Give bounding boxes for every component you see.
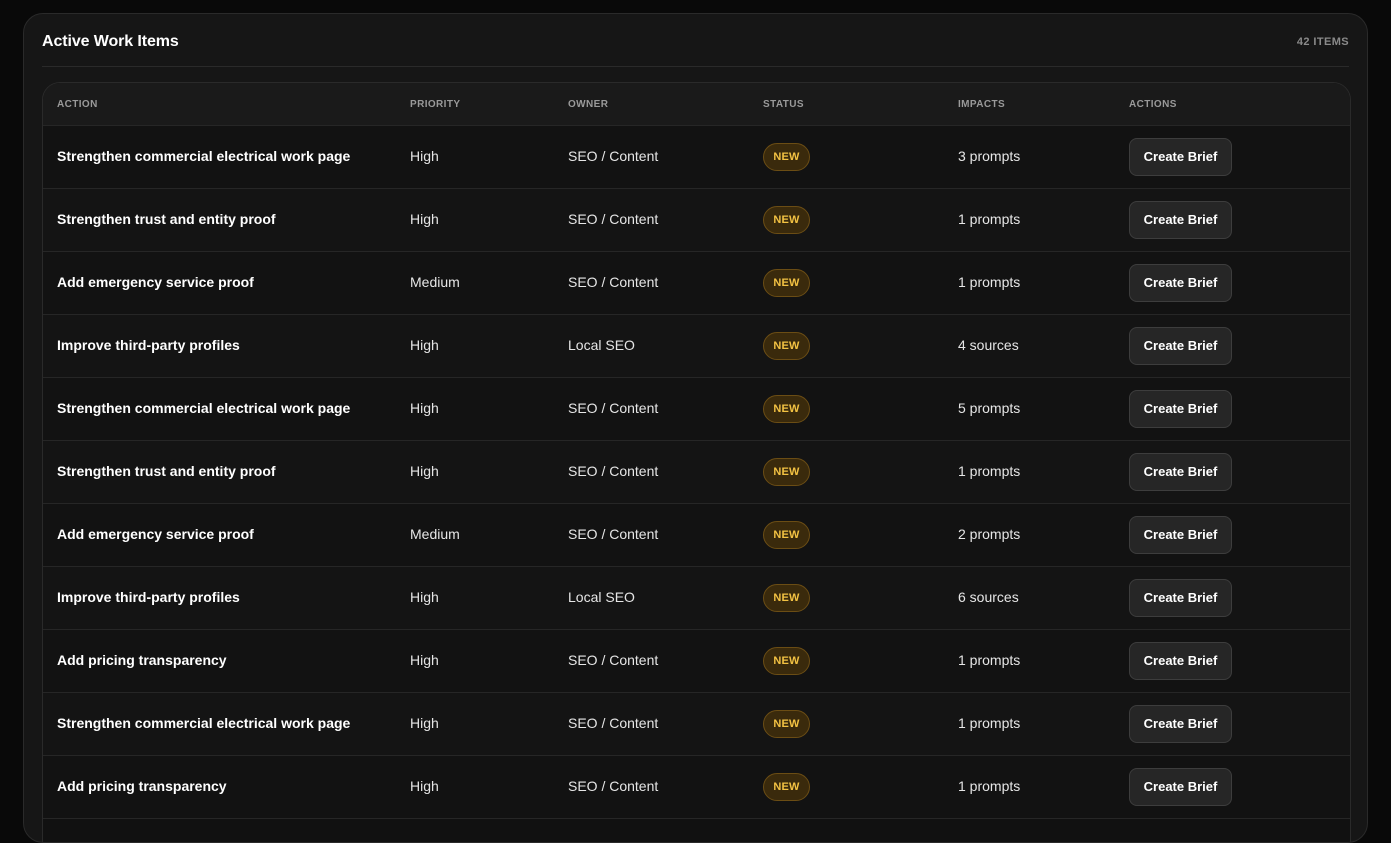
row-owner: SEO / Content bbox=[568, 463, 659, 479]
row-owner: SEO / Content bbox=[568, 652, 659, 668]
row-priority: High bbox=[410, 463, 439, 479]
create-brief-button[interactable]: Create Brief bbox=[1129, 453, 1232, 491]
create-brief-button[interactable]: Create Brief bbox=[1129, 201, 1232, 239]
row-owner: SEO / Content bbox=[568, 778, 659, 794]
row-impacts: 2 prompts bbox=[958, 526, 1021, 542]
create-brief-button[interactable]: Create Brief bbox=[1129, 390, 1232, 428]
row-priority: High bbox=[410, 589, 439, 605]
status-badge: NEW bbox=[763, 395, 810, 423]
create-brief-button[interactable]: Create Brief bbox=[1129, 579, 1232, 617]
row-action: Strengthen commercial electrical work pa… bbox=[57, 400, 351, 416]
status-badge: NEW bbox=[763, 269, 810, 297]
table-row[interactable]: Add pricing transparency High SEO / Cont… bbox=[43, 756, 1350, 819]
row-impacts: 3 prompts bbox=[958, 148, 1021, 164]
row-action: Strengthen trust and entity proof bbox=[57, 463, 276, 479]
row-action: Improve third-party profiles bbox=[57, 589, 240, 605]
table-row[interactable]: Add pricing transparency High SEO / Cont… bbox=[43, 630, 1350, 693]
column-header-action[interactable]: ACTION bbox=[57, 99, 98, 110]
create-brief-button[interactable]: Create Brief bbox=[1129, 264, 1232, 302]
status-badge: NEW bbox=[763, 206, 810, 234]
row-priority: High bbox=[410, 148, 439, 164]
table-row[interactable]: Improve third-party profiles High Local … bbox=[43, 315, 1350, 378]
table-header: ACTION PRIORITY OWNER STATUS IMPACTS ACT… bbox=[43, 83, 1350, 126]
row-impacts: 1 prompts bbox=[958, 463, 1021, 479]
row-action: Add emergency service proof bbox=[57, 274, 254, 290]
row-action: Add pricing transparency bbox=[57, 652, 227, 668]
row-owner: SEO / Content bbox=[568, 400, 659, 416]
work-items-table: ACTION PRIORITY OWNER STATUS IMPACTS ACT… bbox=[42, 82, 1351, 842]
row-impacts: 1 prompts bbox=[958, 715, 1021, 731]
row-action: Add emergency service proof bbox=[57, 526, 254, 542]
column-header-priority[interactable]: PRIORITY bbox=[410, 99, 460, 110]
status-badge: NEW bbox=[763, 458, 810, 486]
row-impacts: 6 sources bbox=[958, 589, 1019, 605]
row-action: Strengthen trust and entity proof bbox=[57, 211, 276, 227]
row-impacts: 5 prompts bbox=[958, 400, 1021, 416]
table-row[interactable]: Strengthen trust and entity proof High S… bbox=[43, 189, 1350, 252]
create-brief-button[interactable]: Create Brief bbox=[1129, 327, 1232, 365]
item-count: 42 ITEMS bbox=[1296, 36, 1349, 48]
status-badge: NEW bbox=[763, 710, 810, 738]
table-row[interactable]: Strengthen trust and entity proof High S… bbox=[43, 441, 1350, 504]
status-badge: NEW bbox=[763, 521, 810, 549]
create-brief-button[interactable]: Create Brief bbox=[1129, 768, 1232, 806]
row-owner: SEO / Content bbox=[568, 715, 659, 731]
column-header-actions: ACTIONS bbox=[1129, 99, 1177, 110]
row-action: Add pricing transparency bbox=[57, 778, 227, 794]
row-owner: SEO / Content bbox=[568, 148, 659, 164]
status-badge: NEW bbox=[763, 584, 810, 612]
panel-header: Active Work Items 42 ITEMS bbox=[42, 14, 1349, 67]
status-badge: NEW bbox=[763, 143, 810, 171]
status-badge: NEW bbox=[763, 773, 810, 801]
row-action: Improve third-party profiles bbox=[57, 337, 240, 353]
create-brief-button[interactable]: Create Brief bbox=[1129, 642, 1232, 680]
row-priority: High bbox=[410, 778, 439, 794]
row-owner: SEO / Content bbox=[568, 211, 659, 227]
row-owner: SEO / Content bbox=[568, 274, 659, 290]
column-header-impacts[interactable]: IMPACTS bbox=[958, 99, 1005, 110]
row-owner: SEO / Content bbox=[568, 526, 659, 542]
row-impacts: 1 prompts bbox=[958, 652, 1021, 668]
row-owner: Local SEO bbox=[568, 589, 635, 605]
row-priority: Medium bbox=[410, 274, 460, 290]
status-badge: NEW bbox=[763, 332, 810, 360]
table-row[interactable]: Strengthen commercial electrical work pa… bbox=[43, 693, 1350, 756]
create-brief-button[interactable]: Create Brief bbox=[1129, 516, 1232, 554]
row-impacts: 1 prompts bbox=[958, 778, 1021, 794]
create-brief-button[interactable]: Create Brief bbox=[1129, 705, 1232, 743]
table-row[interactable]: Add emergency service proof Medium SEO /… bbox=[43, 252, 1350, 315]
panel-title: Active Work Items bbox=[42, 33, 179, 50]
row-priority: High bbox=[410, 652, 439, 668]
table-body: Strengthen commercial electrical work pa… bbox=[43, 126, 1350, 819]
table-row[interactable]: Strengthen commercial electrical work pa… bbox=[43, 378, 1350, 441]
work-items-panel: Active Work Items 42 ITEMS ACTION PRIORI… bbox=[23, 13, 1368, 843]
row-action: Strengthen commercial electrical work pa… bbox=[57, 715, 351, 731]
status-badge: NEW bbox=[763, 647, 810, 675]
column-header-status[interactable]: STATUS bbox=[763, 99, 804, 110]
table-row[interactable]: Add emergency service proof Medium SEO /… bbox=[43, 504, 1350, 567]
row-priority: High bbox=[410, 715, 439, 731]
row-priority: High bbox=[410, 400, 439, 416]
create-brief-button[interactable]: Create Brief bbox=[1129, 138, 1232, 176]
row-priority: High bbox=[410, 337, 439, 353]
row-priority: Medium bbox=[410, 526, 460, 542]
row-action: Strengthen commercial electrical work pa… bbox=[57, 148, 351, 164]
row-impacts: 1 prompts bbox=[958, 211, 1021, 227]
column-header-owner[interactable]: OWNER bbox=[568, 99, 608, 110]
row-priority: High bbox=[410, 211, 439, 227]
table-row[interactable]: Improve third-party profiles High Local … bbox=[43, 567, 1350, 630]
row-impacts: 4 sources bbox=[958, 337, 1019, 353]
row-impacts: 1 prompts bbox=[958, 274, 1021, 290]
row-owner: Local SEO bbox=[568, 337, 635, 353]
table-row[interactable]: Strengthen commercial electrical work pa… bbox=[43, 126, 1350, 189]
